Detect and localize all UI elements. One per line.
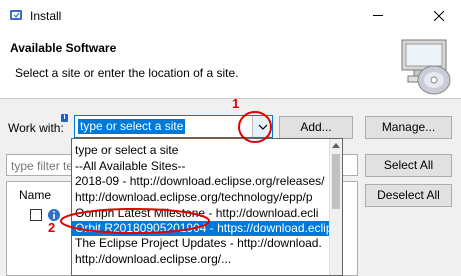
window-title: Install — [30, 9, 62, 23]
title-bar: Install — [0, 0, 461, 31]
dropdown-scrollbar[interactable] — [329, 139, 342, 275]
dropdown-item[interactable]: 2018-09 - http://download.eclipse.org/re… — [72, 174, 330, 189]
minimize-icon — [373, 15, 383, 16]
site-combo[interactable]: type or select a site — [74, 115, 273, 138]
annotation-number-2: 2 — [48, 220, 56, 235]
page-description: Select a site or enter the location of a… — [15, 66, 239, 80]
scroll-up-icon[interactable] — [330, 139, 342, 152]
dropdown-item[interactable]: http://download.eclipse.org/... — [72, 252, 330, 267]
close-button[interactable] — [417, 0, 461, 31]
install-app-icon — [10, 10, 22, 20]
scrollbar-thumb[interactable] — [332, 154, 340, 209]
dropdown-item[interactable]: type or select a site — [72, 143, 330, 158]
dropdown-item[interactable]: http://download.eclipse.org/technology/e… — [72, 190, 330, 205]
annotation-number-1: 1 — [232, 96, 240, 111]
select-all-button[interactable]: Select All — [365, 154, 452, 177]
dropdown-item[interactable]: --All Available Sites-- — [72, 159, 330, 174]
software-cd-icon — [401, 39, 451, 95]
add-button[interactable]: Add... — [279, 116, 353, 139]
site-combo-value[interactable]: type or select a site — [78, 119, 186, 134]
site-dropdown-list[interactable]: http://download.eclipse.org/... The Eclip… — [71, 138, 343, 276]
dropdown-item[interactable]: Oomph Latest Milestone - http://download… — [72, 206, 330, 221]
dropdown-item[interactable]: The Eclipse Project Updates - http://dow… — [72, 236, 330, 251]
manage-button[interactable]: Manage... — [365, 116, 452, 139]
column-header-name[interactable]: Name — [19, 188, 51, 202]
chevron-down-icon — [258, 124, 267, 130]
combo-dropdown-button[interactable] — [252, 116, 272, 137]
minimize-button[interactable] — [356, 0, 400, 31]
header-banner: Available Software Select a site or ente… — [0, 31, 461, 99]
dropdown-item[interactable]: Orbit R20180905201904 - https://download… — [72, 221, 330, 236]
page-title: Available Software — [10, 41, 117, 55]
work-with-label: Work with: — [8, 121, 64, 135]
filter-placeholder: type filter te — [11, 159, 74, 173]
deselect-all-button[interactable]: Deselect All — [365, 184, 452, 207]
row-checkbox[interactable] — [30, 209, 42, 221]
close-icon — [434, 10, 444, 21]
